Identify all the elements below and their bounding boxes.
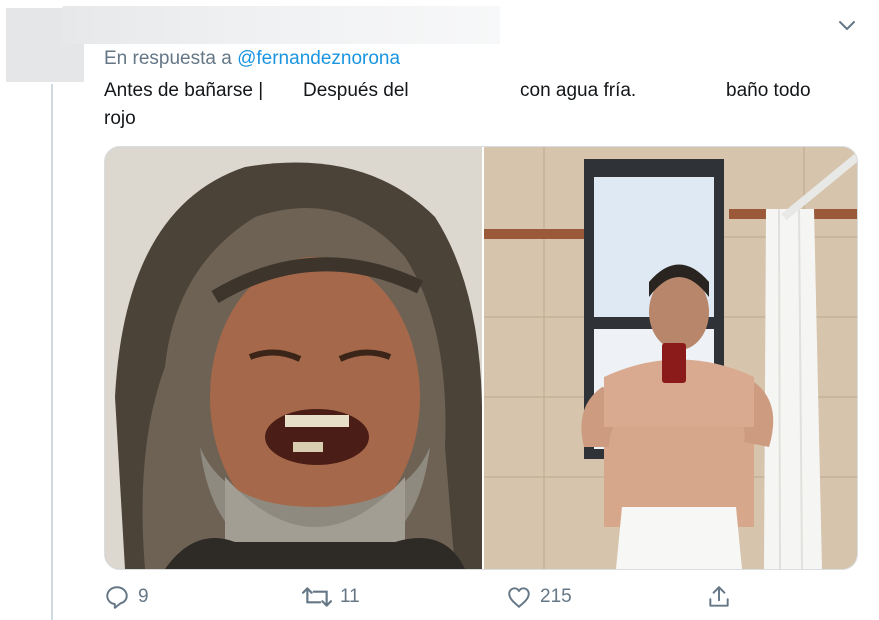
reply-prefix: En respuesta a [104, 48, 232, 69]
author-header-redacted [62, 6, 500, 44]
like-count: 215 [540, 586, 572, 607]
thread-line [51, 84, 53, 620]
retweet-icon [302, 587, 332, 607]
tweet-text-segment: baño todo [726, 80, 811, 101]
reply-context: En respuesta a @fernandeznorona [104, 48, 400, 70]
reply-action[interactable]: 9 [104, 584, 149, 610]
chevron-down-icon[interactable] [836, 14, 858, 36]
heart-icon [508, 587, 530, 608]
retweet-action[interactable]: 11 [302, 584, 360, 610]
tweet-media[interactable] [104, 146, 858, 570]
media-image-right[interactable] [484, 147, 857, 569]
tweet-actions: 9 11 215 [104, 584, 844, 616]
like-action[interactable]: 215 [506, 584, 572, 610]
reply-icon [106, 586, 128, 609]
reply-count: 9 [138, 586, 149, 607]
share-icon [709, 586, 729, 607]
share-action[interactable] [706, 584, 732, 610]
tweet-text-segment: rojo [104, 108, 136, 129]
tweet-text-segment: Después del [303, 80, 409, 101]
bearded-man-photo [105, 147, 482, 569]
bathroom-selfie-photo [484, 147, 857, 569]
media-image-left[interactable] [105, 147, 482, 569]
retweet-count: 11 [340, 586, 360, 607]
tweet-text-segment: con agua fría. [520, 80, 637, 101]
reply-handle-link[interactable]: @fernandeznorona [237, 48, 400, 69]
tweet-text-segment: Antes de bañarse | [104, 80, 264, 101]
